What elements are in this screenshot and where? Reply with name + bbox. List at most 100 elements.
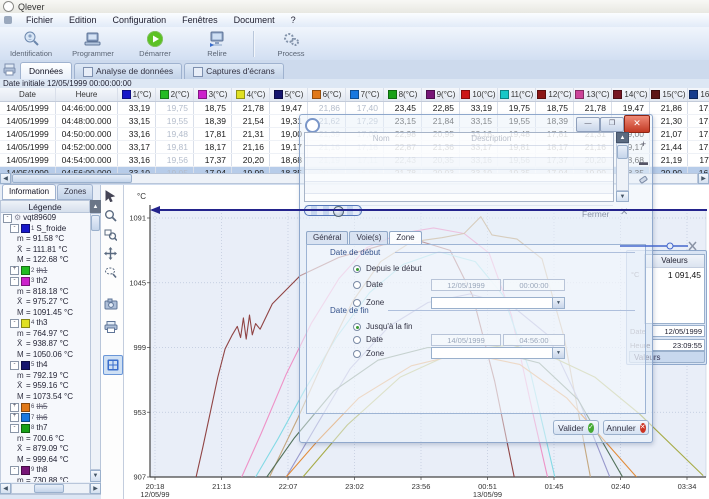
legend-root[interactable]: - ⚙ vqt89609 [3,213,90,224]
legend-channel[interactable]: +7 th6 [3,413,90,424]
legend-channel[interactable]: - 5 th4 [3,360,90,371]
dialog-tab-zone[interactable]: Zone [389,231,422,244]
values-grid-icon[interactable] [103,355,123,375]
dialog-list-scrollbar[interactable]: ▲ ▼ [616,132,629,202]
column-header-ch9[interactable]: 9(°C) [422,88,460,101]
end-zone-dropdown[interactable]: ▼ [431,347,565,359]
report-icon[interactable] [3,63,16,78]
start-date-field[interactable]: 12/05/1999 [431,279,501,291]
expand-icon[interactable]: + [10,266,19,276]
legend-channel[interactable]: - 9 th8 [3,465,90,476]
menu-item-fenetres[interactable]: Fenêtres [174,13,226,27]
collapse-icon[interactable]: - [3,213,12,223]
menu-item-document[interactable]: Document [226,13,283,27]
legend-scroll-up-icon[interactable]: ▲ [90,200,101,213]
tab-donnees[interactable]: Données [20,62,73,79]
menu-item-edition[interactable]: Edition [61,13,105,27]
legend-channel[interactable]: +2 th1 [3,266,90,277]
menu-item-configuration[interactable]: Configuration [105,13,175,27]
legend-channel[interactable]: - 1 S_froide [3,224,90,235]
slider-knob[interactable] [333,206,344,217]
toolbar-button-demarrer[interactable]: Démarrer [125,29,185,59]
zoom-area-icon[interactable] [104,266,120,282]
radio-end-zone[interactable] [353,350,361,358]
column-header-ch1[interactable]: 1(°C) [118,88,156,101]
dialog-maximize-button[interactable]: ❒ [600,117,624,132]
expand-icon[interactable]: - [10,318,19,328]
column-header-ch12[interactable]: 12(°C) [536,88,574,101]
legend-scroll-down-icon[interactable]: ▼ [90,470,101,482]
column-header-ch4[interactable]: 4(°C) [232,88,270,101]
expand-icon[interactable]: + [10,413,19,423]
start-zone-dropdown[interactable]: ▼ [431,297,565,309]
column-header-ch11[interactable]: 11(°C) [498,88,536,101]
radio-depuis-le-debut[interactable] [353,265,361,273]
tab-captures-d-ecrans[interactable]: Captures d'écrans [184,63,284,79]
annuler-button[interactable]: Annuler ✕ [603,420,649,435]
column-header-ch8[interactable]: 8(°C) [384,88,422,101]
legend-tree[interactable]: - ⚙ vqt89609-1 S_froide m = 91.58 °C X̄ = 111.8… [0,213,90,482]
dialog-close-button[interactable]: ✕ [624,115,650,133]
legend-scroll-left-icon[interactable]: ◀ [0,483,11,494]
column-header-heure[interactable]: Heure [56,88,118,101]
radio-start-date[interactable] [353,281,361,289]
column-header-ch16[interactable]: 16(°C) [688,88,709,101]
dialog-tab-general[interactable]: Général [306,231,349,244]
column-header-ch10[interactable]: 10(°C) [460,88,498,101]
erase-item-icon[interactable] [636,173,651,188]
add-item-icon[interactable]: + [636,137,651,152]
dialog-title-bar[interactable]: — ❒ ✕ [300,115,652,133]
expand-icon[interactable]: - [10,276,19,286]
expand-icon[interactable]: + [10,402,19,412]
dialog-list-row[interactable] [305,170,613,182]
zoom-icon[interactable] [104,209,120,225]
toolbar-button-relire[interactable]: Relire [187,29,247,59]
panel-tab-information[interactable]: Information [2,184,57,200]
radio-end-date[interactable] [353,336,361,344]
radio-jusqua-la-fin[interactable] [353,323,361,331]
cursor-icon[interactable] [104,190,120,206]
column-header-ch2[interactable]: 2(°C) [156,88,194,101]
legend-scroll-right-icon[interactable]: ▶ [90,483,101,494]
dialog-list-row[interactable] [305,158,613,170]
toolbar-button-identification[interactable]: Identification [1,29,61,59]
legend-channel[interactable]: - 8 th7 [3,423,90,434]
dialog-list[interactable]: Nom Description [304,132,614,206]
dialog-list-row[interactable] [305,146,613,158]
expand-icon[interactable]: - [10,465,19,475]
toolbar-button-programmer[interactable]: Programmer [63,29,123,59]
legend-channel[interactable]: - 4 th3 [3,318,90,329]
valider-button[interactable]: Valider ✓ [553,420,599,435]
expand-icon[interactable]: - [10,360,19,370]
toolbar-button-process[interactable]: Process [261,29,321,59]
tab-analyse-de-donnees[interactable]: Analyse de données [74,63,183,79]
menu-item-help[interactable]: ? [283,13,304,27]
end-date-field[interactable]: 14/05/1999 [431,334,501,346]
fermer-label[interactable]: Fermer [582,209,609,219]
column-header-date[interactable]: Date [0,88,56,101]
expand-icon[interactable]: - [10,224,19,234]
scroll-right-icon[interactable]: ▶ [698,173,709,184]
camera-icon[interactable] [104,298,120,314]
panel-tab-zones[interactable]: Zones [57,184,94,200]
column-header-ch14[interactable]: 14(°C) [612,88,650,101]
legend-hscrollbar[interactable]: ◀ ▶ [0,483,101,494]
zoom-window-icon[interactable] [104,228,120,244]
start-time-field[interactable]: 00:00:00 [503,279,565,291]
end-time-field[interactable]: 04:56:00 [503,334,565,346]
zone-slider[interactable] [304,205,362,217]
pan-icon[interactable] [104,247,120,263]
expand-icon[interactable]: - [10,423,19,433]
fermer-close-icon[interactable]: ✕ [620,207,631,218]
legend-channel[interactable]: +6 th5 [3,402,90,413]
remove-item-icon[interactable]: ▬ [636,155,651,170]
menu-item-fichier[interactable]: Fichier [18,13,61,27]
column-header-ch13[interactable]: 13(°C) [574,88,612,101]
dialog-minimize-button[interactable]: — [576,117,600,132]
column-header-ch6[interactable]: 6(°C) [308,88,346,101]
dropdown-arrow-icon[interactable]: ▼ [552,298,564,308]
column-header-ch15[interactable]: 15(°C) [650,88,688,101]
column-header-ch3[interactable]: 3(°C) [194,88,232,101]
dialog-list-row[interactable] [305,182,613,194]
column-header-ch7[interactable]: 7(°C) [346,88,384,101]
